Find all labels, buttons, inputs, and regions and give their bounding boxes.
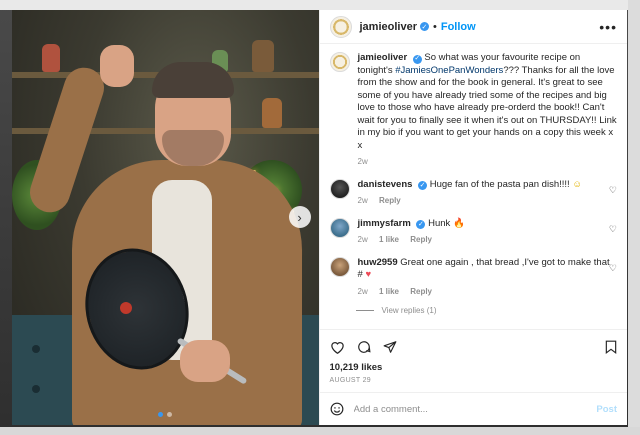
avatar[interactable] [329,15,352,38]
comment-item: jimmysfarm ✓ Hunk 🔥 2w 1 like Reply ♡ [329,217,617,247]
emoji-icon[interactable] [330,402,344,416]
person-hand-holding [180,340,230,382]
add-comment-bar: Post [319,392,627,425]
post-header: jamieoliver ✓ • Follow ••• [319,10,627,44]
caption: jamieoliver ✓ So what was your favourite… [329,52,618,169]
comment-text: Huge fan of the pasta pan dish!!!! [429,178,570,190]
next-slide-button[interactable]: › [288,206,311,228]
kitchen-jar [42,44,60,72]
verified-badge-icon: ✓ [416,220,426,230]
post-actions: 10,219 likes AUGUST 29 [319,329,627,384]
background-page-strip-top [0,0,640,10]
author-username[interactable]: jamieoliver [360,21,417,33]
more-options-icon[interactable]: ••• [599,19,617,35]
reply-button[interactable]: Reply [379,196,401,205]
follow-button[interactable]: Follow [441,21,476,33]
cabinet-knob [32,385,40,393]
comment-likes[interactable]: 1 like [379,287,399,296]
verified-badge-icon: ✓ [418,181,428,191]
like-heart-icon[interactable] [330,340,345,354]
post-date: AUGUST 29 [329,377,371,384]
divider [355,310,374,311]
avatar[interactable] [329,256,350,277]
avatar[interactable] [329,178,350,199]
comment-username[interactable]: danistevens [358,179,413,190]
post-photo[interactable]: › [12,10,319,425]
comment-likes[interactable]: 1 like [379,235,399,244]
view-replies-button[interactable]: View replies (1) [355,306,618,315]
caption-time: 2w [357,157,368,166]
comment-text: Hunk [428,217,451,229]
avatar[interactable] [329,217,350,238]
carousel-dots [12,412,319,417]
comment-time: 2w [357,196,368,205]
carousel-dot [158,412,164,417]
background-page-strip-bottom [0,427,640,435]
view-replies-label: View replies (1) [381,306,437,315]
verified-badge-icon: ✓ [419,22,429,31]
separator-dot: • [432,20,437,33]
comment-time: 2w [357,286,368,296]
comment-username[interactable]: jimmysfarm [358,218,411,229]
caption-text-end: ??? Thanks for all the love from the sho… [357,64,617,151]
heart-emoji-icon: ♥ [365,269,372,280]
person-hair [152,62,234,98]
smile-emoji-icon: ☺ [572,178,583,190]
carousel-dot [167,412,173,417]
reply-button[interactable]: Reply [410,235,432,244]
post-comment-button[interactable]: Post [596,404,617,415]
caption-username[interactable]: jamieoliver [358,52,408,63]
bookmark-icon[interactable] [605,340,617,354]
comment-item: danistevens ✓ Huge fan of the pasta pan … [329,178,617,208]
post-modal: › jamieoliver ✓ • Follow ••• jamieoliver… [12,10,627,425]
likes-count[interactable]: 10,219 likes [330,362,618,373]
share-icon[interactable] [383,340,397,354]
chevron-right-icon: › [297,209,302,225]
comment-username[interactable]: huw2959 [358,257,398,268]
comment-item: huw2959 Great one again , that bread ,I'… [329,256,617,299]
background-page-strip-right [628,0,640,435]
heart-icon[interactable]: ♡ [609,224,617,235]
heart-icon[interactable]: ♡ [609,263,617,274]
comments-list: jamieoliver ✓ So what was your favourite… [320,44,628,329]
heart-icon[interactable]: ♡ [609,185,617,196]
cabinet-knob [32,345,40,353]
kitchen-jar [252,40,274,72]
pan-red-dot [120,302,132,314]
verified-badge-icon: ✓ [412,54,422,64]
fire-emoji-icon: 🔥 [452,217,465,229]
post-sidebar: jamieoliver ✓ • Follow ••• jamieoliver ✓… [318,10,628,425]
comment-icon[interactable] [357,340,371,354]
kitchen-jar [262,98,282,128]
hashtag-link[interactable]: #JamiesOnePanWonders [395,65,503,76]
person-hand-pointing [100,45,134,87]
add-comment-input[interactable] [351,402,589,416]
reply-button[interactable]: Reply [410,287,432,296]
avatar[interactable] [329,52,350,72]
comment-time: 2w [357,235,368,244]
